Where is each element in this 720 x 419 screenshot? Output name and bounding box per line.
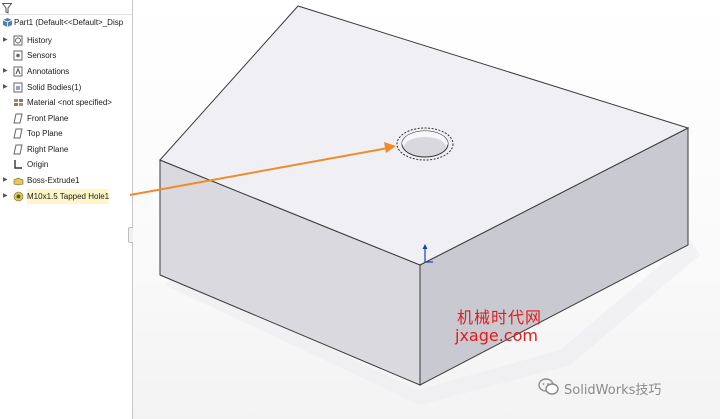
wechat-icon bbox=[538, 378, 560, 400]
watermark-site-url: jxage.com bbox=[455, 326, 538, 345]
model-scene bbox=[129, 5, 700, 405]
brand-text: SolidWorks技巧 bbox=[564, 383, 662, 398]
watermark-site-cn: 机械时代网 bbox=[457, 308, 543, 327]
